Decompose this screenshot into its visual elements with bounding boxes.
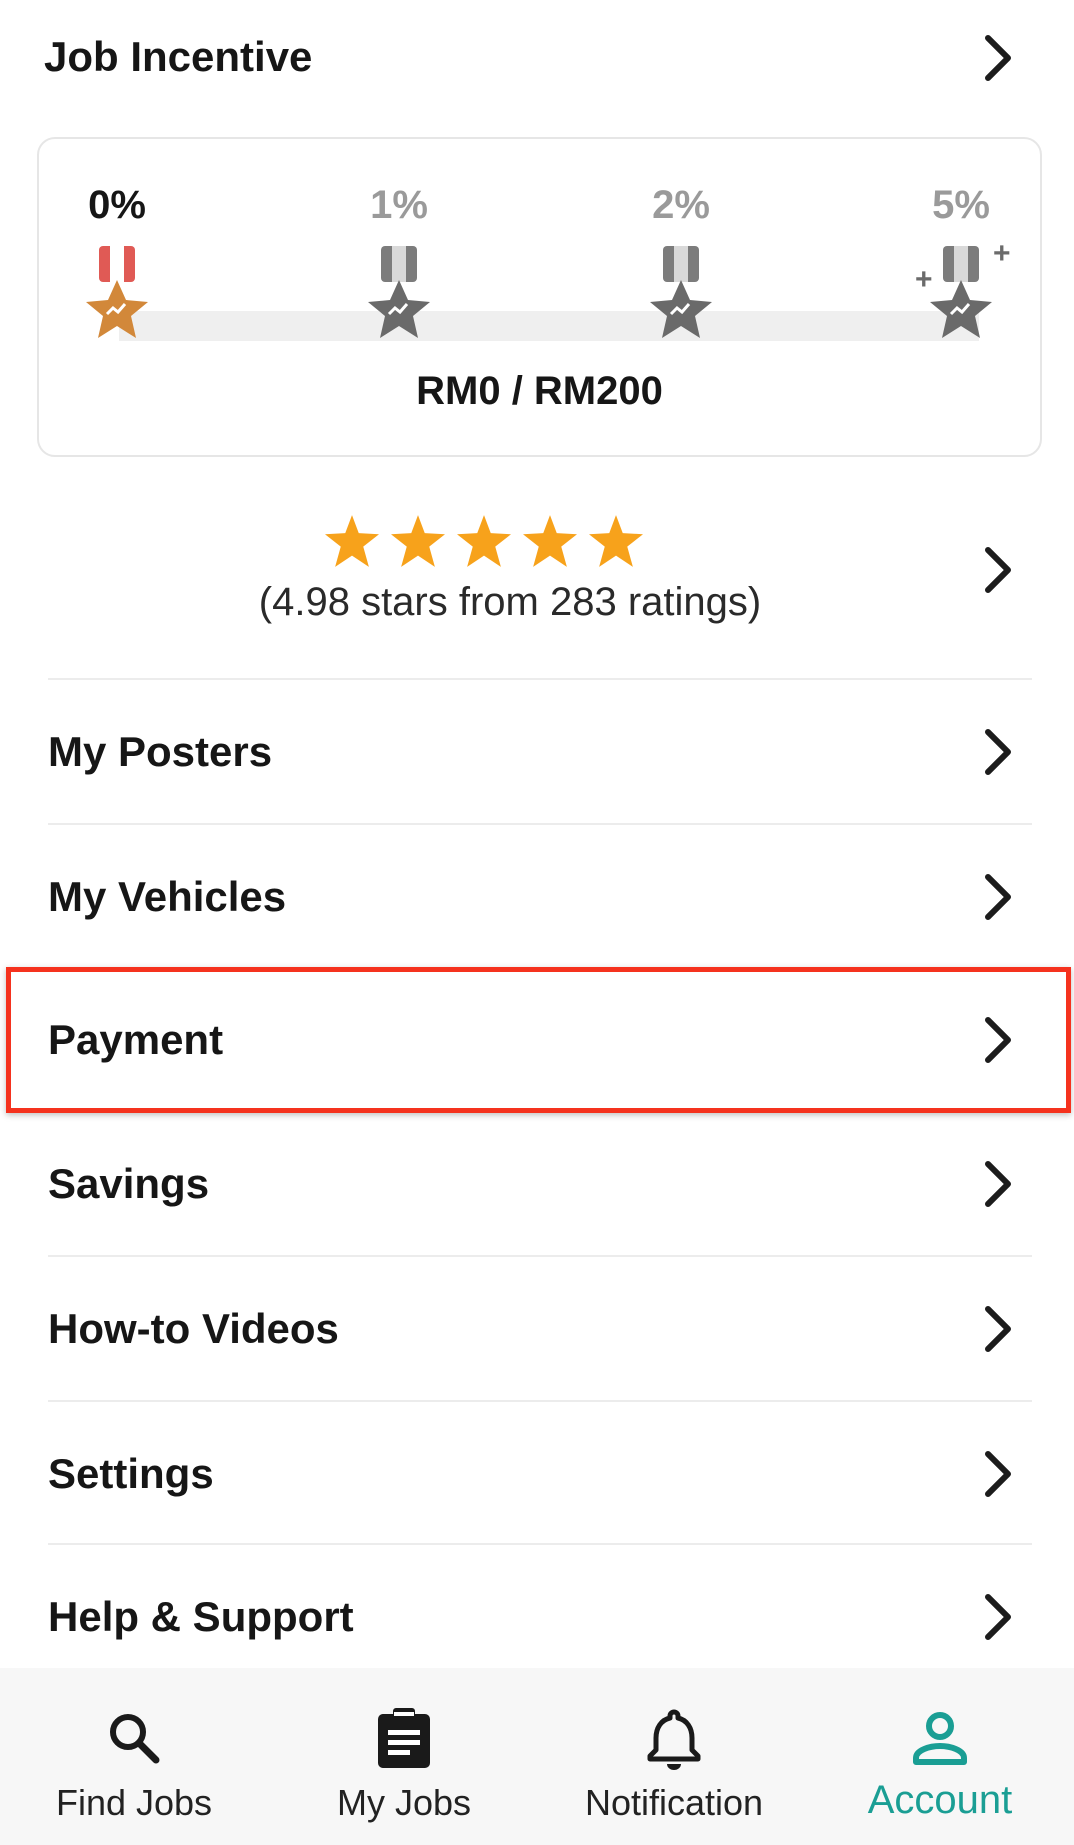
- menu-item-label: Help & Support: [48, 1593, 354, 1640]
- tier-label-3: 5%: [932, 183, 990, 227]
- incentive-progress-text: RM0 / RM200: [416, 369, 663, 413]
- person-icon: [908, 1706, 972, 1770]
- plus-icon: +: [993, 237, 1011, 270]
- chevron-right-icon: [978, 544, 1018, 596]
- menu-item-savings[interactable]: Savings: [0, 1112, 1074, 1256]
- nav-label: My Jobs: [336, 1782, 472, 1823]
- menu-item-label: My Posters: [48, 728, 273, 775]
- nav-label: Notification: [584, 1782, 764, 1823]
- menu-item-label: Settings: [48, 1450, 214, 1497]
- chevron-right-icon: [978, 1448, 1018, 1500]
- plus-icon: +: [915, 263, 933, 296]
- tab-account[interactable]: Account: [806, 1668, 1074, 1845]
- silver-medal-icon: [641, 244, 721, 344]
- chevron-right-icon: [978, 1591, 1018, 1643]
- bottom-nav: Find Jobs My Jobs Notification Account: [0, 1668, 1074, 1845]
- chevron-right-icon: [978, 871, 1018, 923]
- menu-item-label: Savings: [48, 1160, 210, 1207]
- silver-medal-icon: [359, 244, 439, 344]
- chevron-right-icon: [978, 1303, 1018, 1355]
- silver-medal-icon: [921, 244, 1001, 344]
- menu-item-label: Payment: [48, 1016, 224, 1063]
- menu-item-my-vehicles[interactable]: My Vehicles: [0, 825, 1074, 969]
- job-incentive-row[interactable]: Job Incentive: [0, 0, 1074, 120]
- star-icon: [457, 515, 511, 567]
- tab-find-jobs[interactable]: Find Jobs: [0, 1668, 268, 1845]
- rating-stars: [325, 515, 643, 567]
- chevron-right-icon: [978, 726, 1018, 778]
- menu-item-how-to-videos[interactable]: How-to Videos: [0, 1257, 1074, 1401]
- nav-label: Find Jobs: [55, 1782, 213, 1823]
- tier-label-1: 1%: [370, 183, 428, 227]
- rating-summary: (4.98 stars from 283 ratings): [258, 580, 762, 624]
- menu-item-label: How-to Videos: [48, 1305, 339, 1352]
- job-incentive-title: Job Incentive: [44, 33, 313, 80]
- incentive-card: 0% 1% 2% 5% + + RM0 / RM200: [37, 137, 1042, 457]
- star-icon: [391, 515, 445, 567]
- chevron-right-icon: [978, 32, 1018, 84]
- star-icon: [589, 515, 643, 567]
- incentive-progress-track: [119, 311, 979, 341]
- tab-my-jobs[interactable]: My Jobs: [270, 1668, 538, 1845]
- tab-notification[interactable]: Notification: [540, 1668, 808, 1845]
- menu-item-settings[interactable]: Settings: [0, 1402, 1074, 1546]
- chevron-right-icon: [978, 1014, 1018, 1066]
- rating-row[interactable]: (4.98 stars from 283 ratings): [0, 500, 1074, 660]
- bell-icon: [642, 1706, 706, 1770]
- menu-item-payment[interactable]: Payment: [0, 968, 1074, 1112]
- menu-item-label: My Vehicles: [48, 873, 287, 920]
- tier-label-2: 2%: [652, 183, 710, 227]
- star-icon: [523, 515, 577, 567]
- search-icon: [102, 1706, 166, 1770]
- star-icon: [325, 515, 379, 567]
- tier-label-0: 0%: [88, 183, 146, 227]
- clipboard-icon: [372, 1706, 436, 1770]
- menu-item-my-posters[interactable]: My Posters: [0, 680, 1074, 824]
- menu-item-help-support[interactable]: Help & Support: [0, 1545, 1074, 1668]
- chevron-right-icon: [978, 1158, 1018, 1210]
- nav-label: Account: [867, 1778, 1013, 1822]
- bronze-medal-icon: [77, 244, 157, 344]
